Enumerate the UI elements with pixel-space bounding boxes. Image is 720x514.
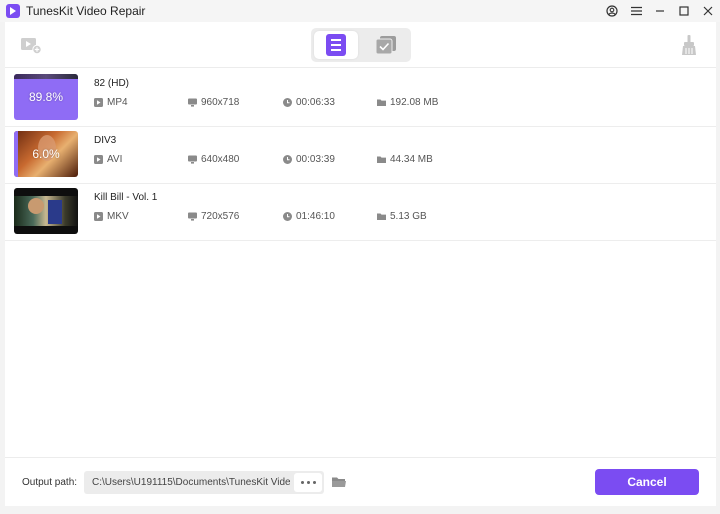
cancel-button[interactable]: Cancel bbox=[595, 469, 699, 495]
file-size: 44.34 MB bbox=[377, 154, 433, 165]
file-resolution: 640x480 bbox=[188, 154, 239, 165]
video-format-icon bbox=[94, 155, 103, 164]
view-tabs bbox=[311, 28, 411, 62]
monitor-icon bbox=[188, 212, 197, 221]
file-format: AVI bbox=[94, 154, 122, 165]
clock-icon bbox=[283, 98, 292, 107]
file-duration: 00:06:33 bbox=[283, 97, 335, 108]
file-format: MP4 bbox=[94, 97, 128, 108]
file-name: 82 (HD) bbox=[94, 78, 130, 89]
folder-icon bbox=[377, 155, 386, 164]
list-item[interactable]: 6.0% DIV3 AVI 640x480 00:03:39 44.34 MB bbox=[5, 127, 716, 184]
file-size: 192.08 MB bbox=[377, 97, 438, 108]
browse-more-button[interactable] bbox=[294, 473, 322, 492]
tab-repair-list[interactable] bbox=[314, 31, 358, 59]
list-icon bbox=[326, 34, 346, 56]
footer-bar: Output path: C:\Users\U191115\Documents\… bbox=[5, 457, 716, 506]
video-thumbnail: 89.8% bbox=[14, 74, 78, 120]
folder-icon bbox=[377, 212, 386, 221]
tab-repaired[interactable] bbox=[364, 31, 408, 59]
folder-icon bbox=[377, 98, 386, 107]
file-duration: 00:03:39 bbox=[283, 154, 335, 165]
video-format-icon bbox=[94, 98, 103, 107]
toolbar bbox=[5, 22, 716, 68]
file-duration: 01:46:10 bbox=[283, 211, 335, 222]
progress-percent: 89.8% bbox=[28, 90, 64, 104]
broom-icon[interactable] bbox=[679, 34, 699, 56]
output-path-field[interactable]: C:\Users\U191115\Documents\TunesKit Vide… bbox=[84, 471, 324, 494]
file-format: MKV bbox=[94, 211, 129, 222]
file-resolution: 960x718 bbox=[188, 97, 239, 108]
maximize-icon[interactable] bbox=[672, 0, 696, 22]
progress-percent: 6.0% bbox=[32, 147, 60, 161]
monitor-icon bbox=[188, 155, 197, 164]
app-logo-icon bbox=[6, 4, 20, 18]
video-format-icon bbox=[94, 212, 103, 221]
progress-percent bbox=[14, 188, 78, 234]
menu-icon[interactable] bbox=[624, 0, 648, 22]
check-icon bbox=[375, 35, 397, 55]
close-icon[interactable] bbox=[696, 0, 720, 22]
video-thumbnail: 6.0% bbox=[14, 131, 78, 177]
monitor-icon bbox=[188, 98, 197, 107]
file-resolution: 720x576 bbox=[188, 211, 239, 222]
account-icon[interactable] bbox=[600, 0, 624, 22]
minimize-icon[interactable] bbox=[648, 0, 672, 22]
output-path-value: C:\Users\U191115\Documents\TunesKit Vide… bbox=[92, 477, 290, 488]
file-name: DIV3 bbox=[94, 135, 117, 146]
list-item[interactable]: 89.8% 82 (HD) MP4 960x718 00:06:33 192.0… bbox=[5, 70, 716, 127]
title-bar: TunesKit Video Repair bbox=[0, 0, 720, 22]
clock-icon bbox=[283, 155, 292, 164]
main-panel: 89.8% 82 (HD) MP4 960x718 00:06:33 192.0… bbox=[5, 22, 716, 506]
open-folder-icon[interactable] bbox=[332, 475, 346, 487]
output-path-label: Output path: bbox=[22, 477, 78, 488]
file-size: 5.13 GB bbox=[377, 211, 427, 222]
add-video-icon[interactable] bbox=[20, 36, 42, 55]
file-name: Kill Bill - Vol. 1 bbox=[94, 192, 158, 203]
clock-icon bbox=[283, 212, 292, 221]
window-title: TunesKit Video Repair bbox=[26, 4, 146, 18]
list-item[interactable]: Kill Bill - Vol. 1 MKV 720x576 01:46:10 … bbox=[5, 184, 716, 241]
video-thumbnail bbox=[14, 188, 78, 234]
